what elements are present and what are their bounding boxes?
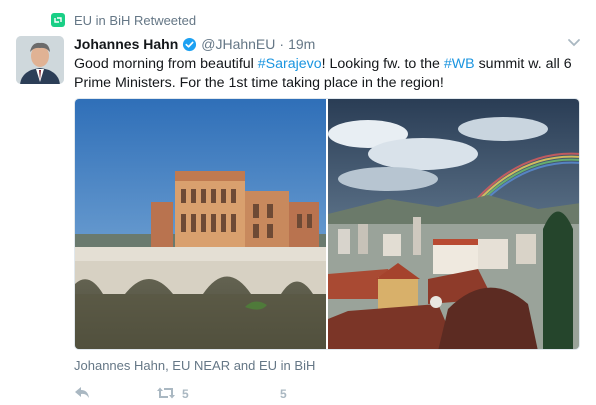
media-credit[interactable]: Johannes Hahn, EU NEAR and EU in BiH xyxy=(74,358,315,373)
reply-button[interactable] xyxy=(74,386,156,403)
retweet-context: EU in BiH Retweeted xyxy=(51,11,196,29)
tweet[interactable]: EU in BiH Retweeted Johannes Hahn @JHahn… xyxy=(0,0,596,405)
photo-city-hall[interactable] xyxy=(75,99,326,349)
tweet-timestamp[interactable]: 19m xyxy=(288,36,315,52)
like-count: 5 xyxy=(280,387,287,401)
author-fullname[interactable]: Johannes Hahn xyxy=(74,36,178,52)
like-button[interactable]: 5 xyxy=(260,386,320,402)
photo-rainbow-rooftops[interactable] xyxy=(328,99,579,349)
hashtag-sarajevo[interactable]: #Sarajevo xyxy=(258,56,322,72)
tweet-text: Good morning from beautiful #Sarajevo! L… xyxy=(74,55,584,93)
retweet-icon xyxy=(156,386,176,403)
hashtag-wb[interactable]: #WB xyxy=(444,56,475,72)
tweet-text-segment: Good morning from beautiful xyxy=(74,56,258,72)
heart-icon xyxy=(260,386,274,402)
tweet-text-segment: ! Looking fw. to the xyxy=(321,56,444,72)
separator-dot: · xyxy=(279,36,285,52)
retweet-icon xyxy=(51,13,65,27)
reply-icon xyxy=(74,386,90,403)
more-options-caret-icon[interactable] xyxy=(566,34,582,50)
retweet-context-text[interactable]: EU in BiH Retweeted xyxy=(74,13,196,28)
author-handle[interactable]: @JHahnEU xyxy=(201,36,275,52)
retweet-button[interactable]: 5 xyxy=(156,386,260,403)
avatar[interactable] xyxy=(16,36,64,84)
tweet-header: Johannes Hahn @JHahnEU · 19m xyxy=(74,34,315,54)
verified-badge-icon xyxy=(182,37,197,52)
retweet-count: 5 xyxy=(182,387,189,401)
tweet-actions: 5 5 xyxy=(74,386,320,402)
media-grid xyxy=(74,98,580,350)
